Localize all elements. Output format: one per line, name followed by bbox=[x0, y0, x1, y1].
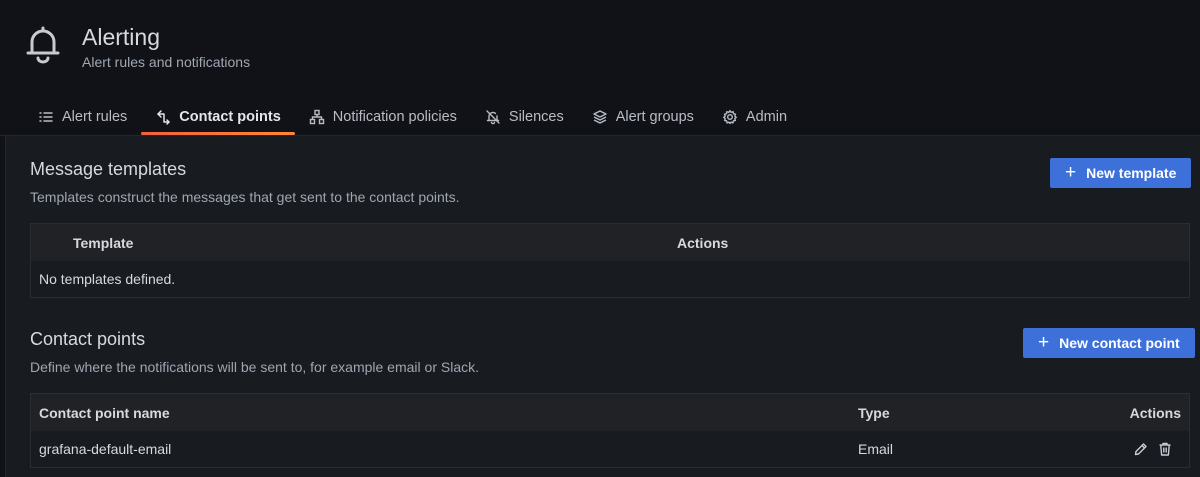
tab-silences[interactable]: Silences bbox=[471, 100, 578, 133]
page-title: Alerting bbox=[82, 24, 160, 50]
column-header-actions: Actions bbox=[1129, 404, 1181, 421]
templates-section-title: Message templates bbox=[30, 159, 187, 179]
column-header-type: Type bbox=[858, 404, 890, 421]
sitemap-icon bbox=[309, 109, 324, 124]
contact-point-name: grafana-default-email bbox=[39, 441, 172, 457]
layer-group-icon bbox=[593, 109, 607, 124]
templates-section-description: Templates construct the messages that ge… bbox=[30, 189, 460, 205]
delete-button[interactable] bbox=[1157, 441, 1173, 460]
contact-points-content: Message templates Templates construct th… bbox=[5, 136, 1200, 477]
contact-point-type: Email bbox=[858, 441, 894, 457]
column-header-name: Contact point name bbox=[39, 404, 170, 421]
tab-label: Admin bbox=[745, 108, 788, 125]
table-header: Contact point name Type Actions bbox=[31, 394, 1189, 431]
column-header-template: Template bbox=[73, 234, 134, 251]
new-contact-point-label: New contact point bbox=[1059, 335, 1180, 351]
plus-icon: + bbox=[1065, 161, 1077, 183]
tab-bar: Alert rules Contact points Notification … bbox=[24, 100, 801, 135]
list-icon bbox=[39, 111, 53, 122]
page-header: Alerting Alert rules and notifications A… bbox=[0, 0, 1200, 135]
tab-alert-groups[interactable]: Alert groups bbox=[578, 100, 708, 133]
templates-table: Template Actions No templates defined. bbox=[30, 223, 1190, 298]
tab-label: Contact points bbox=[179, 108, 281, 125]
tab-label: Alert rules bbox=[62, 108, 128, 125]
table-header: Template Actions bbox=[31, 224, 1189, 261]
pen-icon bbox=[1134, 443, 1147, 456]
new-template-label: New template bbox=[1086, 165, 1177, 181]
new-contact-point-button[interactable]: + New contact point bbox=[1023, 328, 1195, 358]
empty-message: No templates defined. bbox=[39, 271, 176, 287]
table-row: grafana-default-email Email bbox=[31, 431, 1189, 467]
contact-points-section-title: Contact points bbox=[30, 329, 146, 349]
tab-label: Alert groups bbox=[615, 108, 694, 125]
empty-row: No templates defined. bbox=[31, 261, 1189, 297]
comment-alt-share-icon bbox=[157, 109, 171, 125]
contact-points-table: Contact point name Type Actions grafana-… bbox=[30, 393, 1190, 468]
new-template-button[interactable]: + New template bbox=[1050, 158, 1192, 188]
page-subtitle: Alert rules and notifications bbox=[82, 54, 251, 70]
edit-button[interactable] bbox=[1133, 441, 1149, 460]
tab-alert-rules[interactable]: Alert rules bbox=[24, 100, 141, 133]
tab-notification-policies[interactable]: Notification policies bbox=[295, 100, 471, 133]
plus-icon: + bbox=[1038, 331, 1050, 353]
tab-label: Silences bbox=[508, 108, 564, 125]
contact-points-section-description: Define where the notifications will be s… bbox=[30, 359, 479, 375]
cog-icon bbox=[722, 109, 738, 124]
tab-admin[interactable]: Admin bbox=[708, 100, 801, 133]
trash-icon bbox=[1159, 442, 1171, 456]
tab-contact-points[interactable]: Contact points bbox=[141, 100, 295, 135]
bell-slash-icon bbox=[486, 109, 500, 124]
column-header-actions: Actions bbox=[677, 234, 729, 251]
bell-icon bbox=[26, 26, 60, 64]
tab-label: Notification policies bbox=[332, 108, 457, 125]
